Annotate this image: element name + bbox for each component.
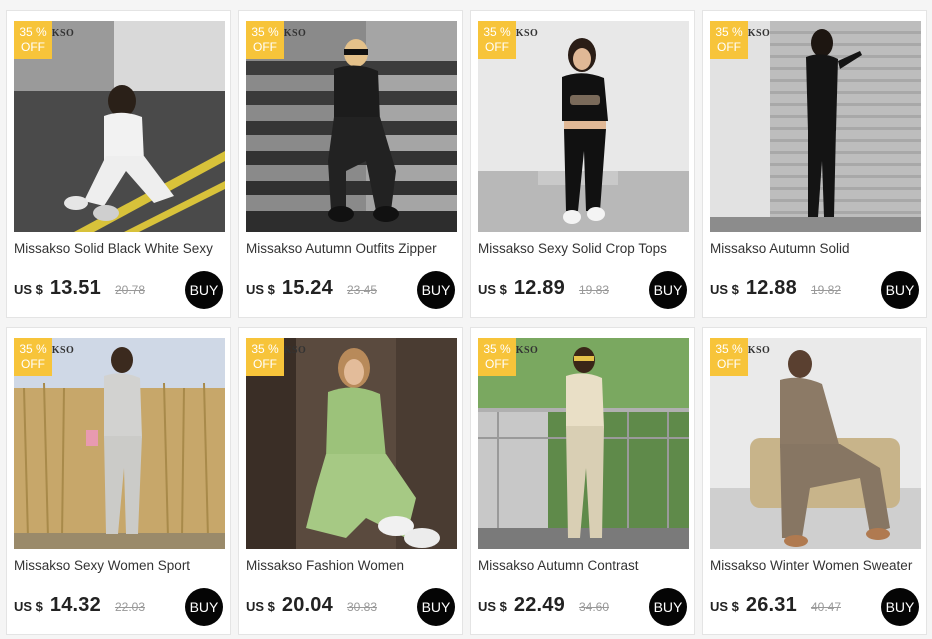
discount-off-label: OFF (717, 357, 741, 371)
product-image[interactable]: AKSO 35 % OFF (14, 21, 225, 232)
original-price: 19.83 (578, 283, 609, 297)
discount-badge: 35 % OFF (246, 21, 284, 59)
price-row: US $ 26.31 40.47 (710, 594, 841, 616)
original-price: 23.45 (346, 283, 377, 297)
discount-off-label: OFF (21, 357, 45, 371)
buy-button[interactable]: BUY (649, 271, 687, 309)
discount-off-label: OFF (485, 40, 509, 54)
buy-button[interactable]: BUY (417, 588, 455, 626)
currency-label: US $ (478, 599, 507, 614)
price-row: US $ 14.32 22.03 (14, 594, 145, 616)
product-card[interactable]: AKSO 35 % OFF Missakso Autumn Contrast U… (470, 327, 695, 635)
currency-label: US $ (710, 282, 739, 297)
discount-badge: 35 % OFF (478, 21, 516, 59)
original-price: 34.60 (578, 600, 609, 614)
price-row: US $ 12.88 19.82 (710, 277, 841, 299)
original-price: 22.03 (114, 600, 145, 614)
discount-off-label: OFF (485, 357, 509, 371)
discount-badge: 35 % OFF (14, 338, 52, 376)
sale-price: 14.32 (49, 594, 101, 616)
buy-button[interactable]: BUY (881, 271, 919, 309)
sale-price: 15.24 (281, 277, 333, 299)
product-image[interactable]: AKSO 35 % OFF (478, 338, 689, 549)
sale-price: 20.04 (281, 594, 333, 616)
product-title[interactable]: Missakso Autumn Contrast (478, 558, 690, 573)
discount-off-label: OFF (253, 40, 277, 54)
product-card[interactable]: AKSO 35 % OFF Missakso Fashion Women US … (238, 327, 463, 635)
sale-price: 13.51 (49, 277, 101, 299)
currency-label: US $ (246, 282, 275, 297)
discount-badge: 35 % OFF (710, 21, 748, 59)
original-price: 40.47 (810, 600, 841, 614)
product-title[interactable]: Missakso Winter Women Sweater (710, 558, 922, 573)
product-title[interactable]: Missakso Sexy Women Sport (14, 558, 226, 573)
discount-percent: 35 % (19, 25, 47, 39)
product-title[interactable]: Missakso Sexy Solid Crop Tops (478, 241, 690, 256)
product-image[interactable]: AKSO 35 % OFF (710, 338, 921, 549)
price-row: US $ 13.51 20.78 (14, 277, 145, 299)
price-row: US $ 12.89 19.83 (478, 277, 609, 299)
currency-label: US $ (246, 599, 275, 614)
currency-label: US $ (14, 282, 43, 297)
product-image[interactable]: AKSO 35 % OFF (478, 21, 689, 232)
discount-percent: 35 % (251, 25, 279, 39)
product-image[interactable]: AKSO 35 % OFF (246, 338, 457, 549)
product-image[interactable]: AKSO 35 % OFF (710, 21, 921, 232)
product-title[interactable]: Missakso Autumn Solid (710, 241, 922, 256)
price-row: US $ 20.04 30.83 (246, 594, 377, 616)
discount-badge: 35 % OFF (478, 338, 516, 376)
discount-off-label: OFF (717, 40, 741, 54)
price-row: US $ 15.24 23.45 (246, 277, 377, 299)
product-title[interactable]: Missakso Solid Black White Sexy (14, 241, 226, 256)
sale-price: 26.31 (745, 594, 797, 616)
buy-button[interactable]: BUY (185, 588, 223, 626)
sale-price: 22.49 (513, 594, 565, 616)
discount-percent: 35 % (715, 25, 743, 39)
currency-label: US $ (14, 599, 43, 614)
sale-price: 12.89 (513, 277, 565, 299)
discount-percent: 35 % (19, 342, 47, 356)
product-card[interactable]: AKSO 35 % OFF Missakso Sexy Solid Crop T… (470, 10, 695, 318)
buy-button[interactable]: BUY (649, 588, 687, 626)
discount-percent: 35 % (715, 342, 743, 356)
product-image[interactable]: AKSO 35 % OFF (14, 338, 225, 549)
discount-percent: 35 % (483, 342, 511, 356)
product-card[interactable]: AKSO 35 % OFF Missakso Autumn Outfits Zi… (238, 10, 463, 318)
price-row: US $ 22.49 34.60 (478, 594, 609, 616)
currency-label: US $ (710, 599, 739, 614)
buy-button[interactable]: BUY (185, 271, 223, 309)
discount-off-label: OFF (21, 40, 45, 54)
product-title[interactable]: Missakso Fashion Women (246, 558, 458, 573)
buy-button[interactable]: BUY (881, 588, 919, 626)
product-card[interactable]: AKSO 35 % OFF Missakso Solid Black White… (6, 10, 231, 318)
sale-price: 12.88 (745, 277, 797, 299)
discount-percent: 35 % (251, 342, 279, 356)
original-price: 20.78 (114, 283, 145, 297)
discount-badge: 35 % OFF (14, 21, 52, 59)
buy-button[interactable]: BUY (417, 271, 455, 309)
product-image[interactable]: AKSO 35 % OFF (246, 21, 457, 232)
discount-badge: 35 % OFF (710, 338, 748, 376)
product-card[interactable]: AKSO 35 % OFF Missakso Sexy Women Sport … (6, 327, 231, 635)
product-card[interactable]: AKSO 35 % OFF Missakso Winter Women Swea… (702, 327, 927, 635)
product-title[interactable]: Missakso Autumn Outfits Zipper (246, 241, 458, 256)
original-price: 19.82 (810, 283, 841, 297)
original-price: 30.83 (346, 600, 377, 614)
discount-percent: 35 % (483, 25, 511, 39)
discount-off-label: OFF (253, 357, 277, 371)
product-card[interactable]: AKSO 35 % OFF Missakso Autumn Solid US $… (702, 10, 927, 318)
product-grid: AKSO 35 % OFF Missakso Solid Black White… (6, 10, 927, 635)
discount-badge: 35 % OFF (246, 338, 284, 376)
currency-label: US $ (478, 282, 507, 297)
